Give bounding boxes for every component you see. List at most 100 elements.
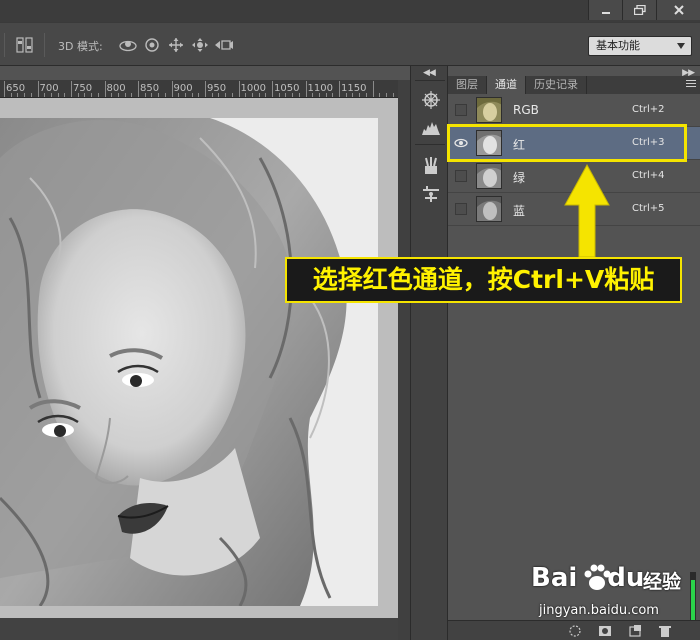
ruler-tick: [37, 81, 39, 97]
ruler-tick: [345, 93, 347, 97]
channel-name: RGB: [513, 103, 539, 117]
ruler-tick: [158, 93, 160, 97]
brushes-panel-button[interactable]: [419, 154, 443, 178]
workspace-select-value: 基本功能: [596, 39, 640, 52]
close-button[interactable]: [656, 0, 700, 20]
navigator-panel-button[interactable]: [419, 88, 443, 112]
ruler-tick: [272, 81, 273, 97]
ruler-tick: [392, 93, 394, 97]
visibility-toggle[interactable]: [455, 203, 467, 215]
divider: [415, 80, 445, 81]
trash-icon[interactable]: [658, 625, 672, 637]
ruler-tick: [50, 93, 52, 97]
clone-source-panel-button[interactable]: [419, 182, 443, 206]
restore-icon: [633, 5, 646, 15]
divider: [415, 144, 445, 145]
baidu-watermark: Bai du 经验 jingyan.baidu.com: [531, 563, 695, 623]
orbit-icon: [119, 40, 137, 52]
orbit-3d-button[interactable]: [118, 36, 138, 54]
distribute-icon[interactable]: [16, 37, 34, 53]
portrait-photo: [0, 118, 378, 606]
ruler-tick: [17, 93, 19, 97]
activity-meter: [690, 572, 696, 620]
ruler-tick: [211, 93, 213, 97]
ruler-tick: [104, 81, 106, 97]
ruler-tick: [258, 93, 260, 97]
ruler-label: 900: [173, 83, 193, 94]
horizontal-scrollbar[interactable]: [0, 618, 398, 640]
ruler-tick: [64, 93, 66, 97]
window-controls: [588, 0, 700, 20]
document-canvas[interactable]: [0, 98, 398, 618]
restore-button[interactable]: [622, 0, 656, 20]
ruler-tick: [124, 93, 126, 97]
tab-history[interactable]: 历史记录: [526, 76, 587, 94]
load-selection-icon[interactable]: [568, 625, 582, 637]
histogram-icon: [422, 122, 440, 135]
channel-row-rgb[interactable]: RGB Ctrl+2: [448, 94, 700, 127]
visibility-toggle[interactable]: [455, 104, 467, 116]
portrait-image: [0, 118, 378, 606]
panel-menu-icon[interactable]: [686, 80, 696, 89]
ruler-tick: [57, 93, 59, 97]
ruler-tick: [312, 93, 314, 97]
instruction-callout: 选择红色通道，按Ctrl+V粘贴: [285, 257, 682, 303]
ruler-tick: [231, 93, 233, 97]
ruler-label: 850: [140, 83, 160, 94]
ruler-tick: [325, 93, 327, 97]
ruler-tick: [385, 93, 387, 97]
ruler-tick: [44, 93, 46, 97]
ruler-tick: [245, 93, 247, 97]
workspace-select[interactable]: 基本功能: [588, 36, 692, 56]
brush-icon: [425, 157, 437, 174]
pan-3d-button[interactable]: [166, 36, 186, 54]
ruler-label: 700: [39, 83, 59, 94]
ruler-tick: [178, 93, 180, 97]
ruler-tick: [138, 81, 139, 97]
ruler-tick: [151, 93, 153, 97]
vertical-scrollbar[interactable]: [398, 80, 410, 640]
ruler-tick: [71, 81, 72, 97]
document-tab-area: [0, 66, 410, 80]
scale-3d-button[interactable]: [214, 36, 234, 54]
ruler-tick: [24, 93, 26, 97]
horizontal-ruler[interactable]: 650 700 750 800 850 900 950 1000 1050 1100 1150: [0, 80, 398, 98]
divider: [44, 33, 45, 57]
title-bar: [0, 0, 700, 22]
ruler-tick: [339, 81, 340, 97]
ruler-tick: [10, 93, 12, 97]
channel-shortcut: Ctrl+2: [632, 104, 665, 115]
ruler-tick: [131, 93, 133, 97]
histogram-panel-button[interactable]: [419, 116, 443, 140]
roll-icon: [145, 38, 159, 52]
channels-panel-footer: [448, 620, 700, 640]
arrow-up-icon: [564, 163, 610, 258]
expand-panels-icon[interactable]: ◀◀: [423, 68, 436, 78]
ruler-tick: [372, 81, 374, 97]
ruler-tick: [30, 93, 32, 97]
new-channel-icon[interactable]: [628, 625, 642, 637]
slide-3d-button[interactable]: [190, 36, 210, 54]
options-bar: 3D 模式: 基本功能: [0, 22, 700, 66]
ruler-tick: [305, 81, 307, 97]
minimize-button[interactable]: [588, 0, 622, 20]
tab-layers[interactable]: 图层: [448, 76, 487, 94]
highlight-frame: [447, 124, 687, 162]
ruler-tick: [111, 93, 113, 97]
minimize-icon: [601, 12, 610, 14]
ruler-tick: [251, 93, 253, 97]
clone-stamp-icon: [423, 186, 439, 202]
ruler-tick: [292, 93, 294, 97]
roll-3d-button[interactable]: [142, 36, 162, 54]
visibility-toggle[interactable]: [455, 170, 467, 182]
ruler-tick: [205, 81, 206, 97]
ruler-tick: [298, 93, 300, 97]
ruler-label: 800: [106, 83, 126, 94]
channel-thumbnail: [476, 196, 502, 222]
ruler-tick: [144, 93, 146, 97]
camera-icon: [215, 40, 233, 50]
channel-shortcut: Ctrl+5: [632, 203, 665, 214]
save-selection-icon[interactable]: [598, 625, 612, 637]
channel-shortcut: Ctrl+4: [632, 170, 665, 181]
tab-channels[interactable]: 通道: [487, 76, 526, 94]
